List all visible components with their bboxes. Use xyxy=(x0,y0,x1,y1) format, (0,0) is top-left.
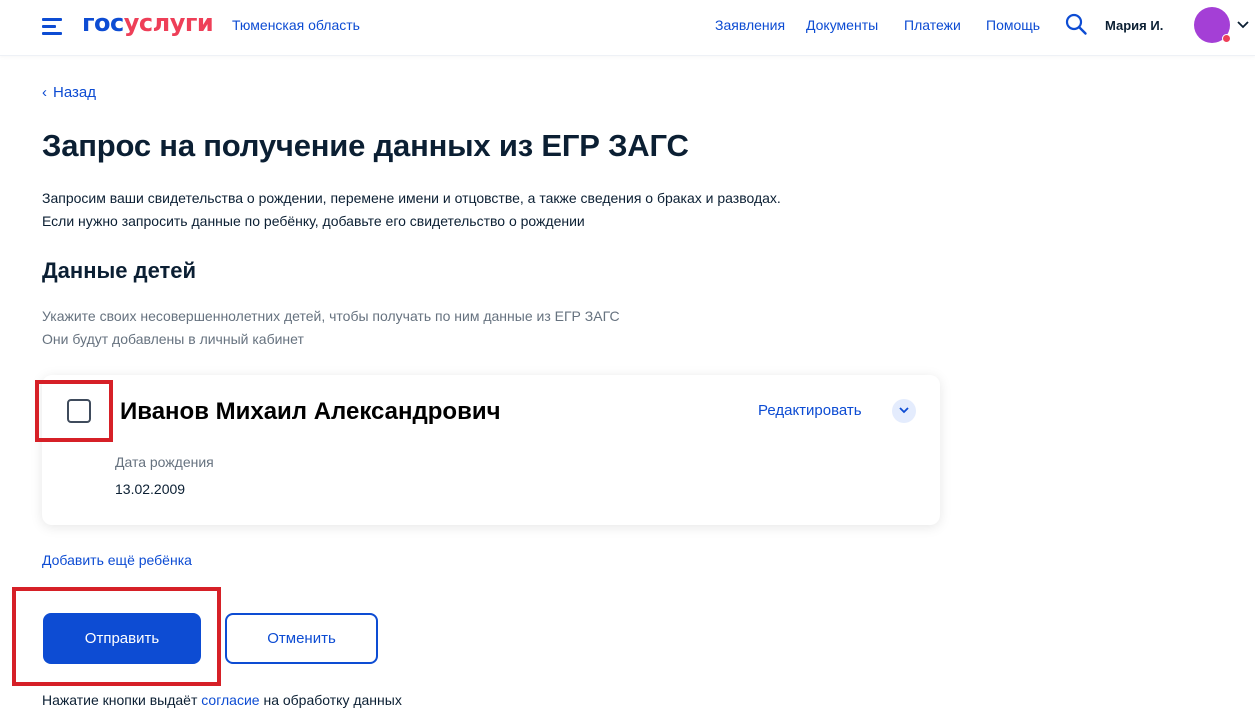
dob-value: 13.02.2009 xyxy=(115,481,186,497)
hint-line: Укажите своих несовершеннолетних детей, … xyxy=(42,308,620,324)
children-hint: Укажите своих несовершеннолетних детей, … xyxy=(42,305,620,351)
edit-child-link[interactable]: Редактировать xyxy=(758,402,862,419)
description-line: Запросим ваши свидетельства о рождении, … xyxy=(42,190,781,206)
back-label: Назад xyxy=(53,84,96,101)
top-header: госуслуги Тюменская область Заявления До… xyxy=(0,0,1255,56)
nav-payments[interactable]: Платежи xyxy=(904,17,961,33)
user-name[interactable]: Мария И. xyxy=(1105,18,1163,33)
add-child-link[interactable]: Добавить ещё ребёнка xyxy=(42,552,192,568)
burger-menu-icon[interactable] xyxy=(42,16,64,36)
expand-card-button[interactable] xyxy=(892,399,916,423)
consent-suffix: на обработку данных xyxy=(263,692,402,708)
logo-part-gos: гос xyxy=(82,9,124,37)
notification-dot xyxy=(1222,34,1231,43)
submit-button[interactable]: Отправить xyxy=(43,613,201,664)
consent-prefix: Нажатие кнопки выдаёт xyxy=(42,692,198,708)
cancel-button[interactable]: Отменить xyxy=(225,613,378,664)
chevron-down-icon[interactable] xyxy=(1237,20,1249,30)
page-description: Запросим ваши свидетельства о рождении, … xyxy=(42,187,781,233)
chevron-down-icon xyxy=(899,407,909,414)
search-icon[interactable] xyxy=(1064,12,1088,36)
nav-help[interactable]: Помощь xyxy=(986,17,1040,33)
region-selector[interactable]: Тюменская область xyxy=(232,17,360,33)
hint-line: Они будут добавлены в личный кабинет xyxy=(42,331,304,347)
logo-part-uslugi: услуги xyxy=(123,9,214,37)
description-line: Если нужно запросить данные по ребёнку, … xyxy=(42,213,585,229)
chevron-left-icon: ‹ xyxy=(42,84,47,101)
back-link[interactable]: ‹ Назад xyxy=(42,84,96,101)
section-title-children: Данные детей xyxy=(42,258,197,283)
nav-applications[interactable]: Заявления xyxy=(715,17,785,33)
gosuslugi-logo[interactable]: госуслуги xyxy=(82,9,214,37)
page-title: Запрос на получение данных из ЕГР ЗАГС xyxy=(42,128,689,163)
dob-label: Дата рождения xyxy=(115,454,214,470)
highlight-frame-checkbox xyxy=(35,380,113,442)
child-full-name: Иванов Михаил Александрович xyxy=(120,398,501,425)
consent-text: Нажатие кнопки выдаёт согласие на обрабо… xyxy=(42,692,402,708)
nav-documents[interactable]: Документы xyxy=(806,17,878,33)
consent-link[interactable]: согласие xyxy=(201,692,259,708)
